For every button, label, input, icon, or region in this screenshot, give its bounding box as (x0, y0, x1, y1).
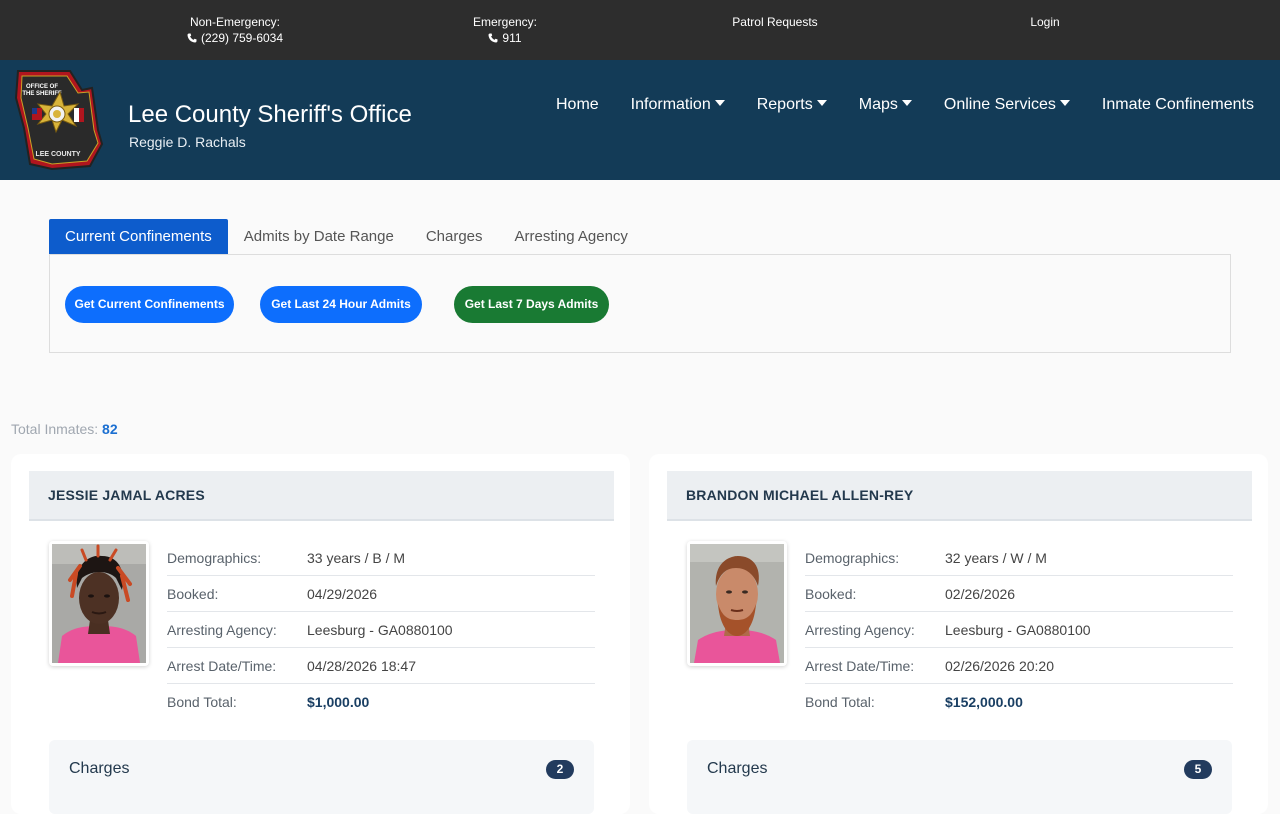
inmate-name[interactable]: BRANDON MICHAEL ALLEN-REY (686, 487, 913, 503)
emergency-label: Emergency: (472, 15, 538, 29)
emergency-contact[interactable]: Emergency: 911 (455, 14, 555, 46)
tab-panel: Get Current Confinements Get Last 24 Hou… (49, 254, 1231, 353)
charges-count-badge: 2 (546, 760, 574, 779)
site-subtitle: Reggie D. Rachals (129, 134, 246, 150)
charges-label: Charges (69, 760, 130, 777)
detail-row-bond-total: Bond Total: $1,000.00 (167, 684, 595, 720)
login-link[interactable]: Login (1015, 14, 1075, 30)
mugshot-image (690, 544, 784, 663)
nav-maps[interactable]: Maps (827, 95, 912, 115)
nav-online-services[interactable]: Online Services (912, 95, 1070, 115)
inmate-photo[interactable] (49, 541, 149, 666)
total-inmates-label: Total Inmates: (11, 421, 99, 437)
nav-information[interactable]: Information (599, 95, 725, 115)
detail-row-booked: Booked: 02/26/2026 (805, 576, 1233, 612)
phone-icon (488, 33, 498, 43)
nav-reports[interactable]: Reports (725, 95, 827, 115)
get-last-24-hour-admits-button[interactable]: Get Last 24 Hour Admits (260, 286, 422, 323)
tab-current-confinements[interactable]: Current Confinements (49, 219, 228, 254)
charges-label: Charges (707, 760, 768, 777)
non-emergency-label: Non-Emergency: (189, 15, 281, 29)
sheriff-logo[interactable]: OFFICE OF THE SHERIFF LEE COUNTY (12, 68, 110, 172)
detail-row-arrest-datetime: Arrest Date/Time: 04/28/2026 18:47 (167, 648, 595, 684)
caret-down-icon (816, 100, 827, 106)
tab-arresting-agency[interactable]: Arresting Agency (499, 219, 644, 254)
booked-value: 02/26/2026 (945, 586, 1016, 602)
confinement-tabs: Current Confinements Admits by Date Rang… (49, 219, 644, 254)
charges-accordion[interactable]: Charges 2 (49, 740, 594, 814)
bond-total-value: $152,000.00 (945, 694, 1023, 710)
detail-row-bond-total: Bond Total: $152,000.00 (805, 684, 1233, 720)
detail-row-arresting-agency: Arresting Agency: Leesburg - GA0880100 (167, 612, 595, 648)
inmate-card-header: BRANDON MICHAEL ALLEN-REY (667, 471, 1252, 521)
bond-total-value: $1,000.00 (307, 694, 370, 710)
site-title[interactable]: Lee County Sheriff's Office (128, 100, 412, 130)
charges-count-badge: 5 (1184, 760, 1212, 779)
arresting-agency-value: Leesburg - GA0880100 (945, 622, 1091, 638)
inmate-card: BRANDON MICHAEL ALLEN-REY Demographics: 3… (649, 454, 1268, 814)
svg-text:THE SHERIFF: THE SHERIFF (22, 91, 62, 97)
inmate-name[interactable]: JESSIE JAMAL ACRES (48, 487, 205, 503)
tab-charges[interactable]: Charges (410, 219, 499, 254)
non-emergency-contact[interactable]: Non-Emergency: (229) 759-6034 (170, 14, 300, 46)
svg-text:OFFICE OF: OFFICE OF (26, 84, 58, 90)
caret-down-icon (714, 100, 725, 106)
detail-row-demographics: Demographics: 32 years / W / M (805, 540, 1233, 576)
charges-accordion[interactable]: Charges 5 (687, 740, 1232, 814)
detail-row-arresting-agency: Arresting Agency: Leesburg - GA0880100 (805, 612, 1233, 648)
inmate-photo[interactable] (687, 541, 787, 666)
arrest-datetime-value: 02/26/2026 20:20 (945, 658, 1054, 674)
emergency-phone: 911 (502, 31, 522, 45)
caret-down-icon (1059, 100, 1070, 106)
get-current-confinements-button[interactable]: Get Current Confinements (65, 286, 234, 323)
patrol-requests-link[interactable]: Patrol Requests (715, 14, 835, 30)
total-inmates-count: 82 (102, 421, 118, 437)
site-header: OFFICE OF THE SHERIFF LEE COUNTY Lee Cou… (0, 60, 1280, 180)
inmate-card-header: JESSIE JAMAL ACRES (29, 471, 614, 521)
arrest-datetime-value: 04/28/2026 18:47 (307, 658, 416, 674)
non-emergency-phone: (229) 759-6034 (200, 31, 284, 45)
total-inmates: Total Inmates: 82 (11, 421, 118, 437)
inmate-card: JESSIE JAMAL ACRES Demographics: 33 years… (11, 454, 630, 814)
inmate-details: Demographics: 32 years / W / M Booked: 02/… (805, 540, 1233, 720)
main-nav: Home Information Reports Maps Online Ser… (556, 95, 1254, 115)
arresting-agency-value: Leesburg - GA0880100 (307, 622, 453, 638)
nav-home[interactable]: Home (556, 95, 599, 115)
mugshot-image (52, 544, 146, 663)
detail-row-booked: Booked: 04/29/2026 (167, 576, 595, 612)
nav-inmate-confinements[interactable]: Inmate Confinements (1070, 95, 1254, 115)
demographics-value: 32 years / W / M (945, 550, 1047, 566)
detail-row-arrest-datetime: Arrest Date/Time: 02/26/2026 20:20 (805, 648, 1233, 684)
top-bar: Non-Emergency: (229) 759-6034 Emergency:… (0, 0, 1280, 60)
booked-value: 04/29/2026 (307, 586, 378, 602)
get-last-7-days-admits-button[interactable]: Get Last 7 Days Admits (454, 286, 609, 323)
tab-admits-by-date-range[interactable]: Admits by Date Range (228, 219, 410, 254)
demographics-value: 33 years / B / M (307, 550, 406, 566)
svg-text:LEE COUNTY: LEE COUNTY (35, 151, 80, 158)
phone-icon (187, 33, 197, 43)
caret-down-icon (901, 100, 912, 106)
detail-row-demographics: Demographics: 33 years / B / M (167, 540, 595, 576)
inmate-details: Demographics: 33 years / B / M Booked: 04/… (167, 540, 595, 720)
